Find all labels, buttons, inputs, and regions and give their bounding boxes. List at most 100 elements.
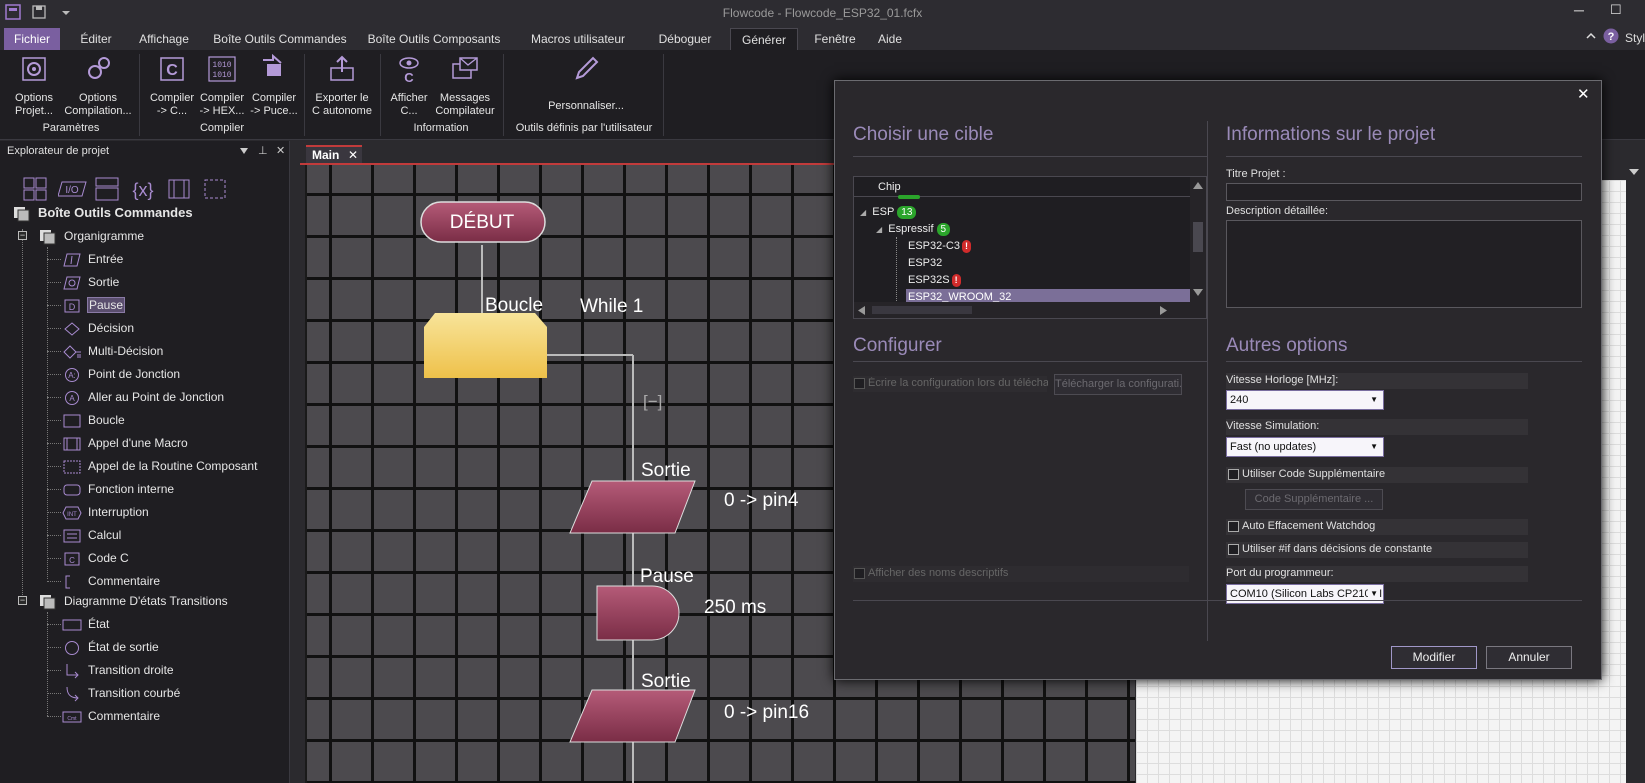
output-block-2[interactable]	[569, 689, 696, 743]
toolbox-item-etat-de-sortie[interactable]: État de sortie	[62, 637, 159, 657]
tree-node-esp[interactable]: ◢ ESP 13	[860, 204, 917, 220]
scroll-right-icon[interactable]	[1160, 306, 1167, 315]
toolbox-item-point-de-jonction[interactable]: A: Point de Jonction	[62, 364, 180, 384]
toolbox-item-transition-droite[interactable]: Transition droite	[62, 660, 174, 680]
tab-editer[interactable]: Éditer	[74, 28, 118, 50]
tab-fichier[interactable]: Fichier	[4, 28, 60, 50]
chip-esp32[interactable]: ESP32	[908, 255, 942, 271]
toolbox-item-sortie[interactable]: Sortie	[62, 272, 119, 292]
chip-tree-hscroll[interactable]	[854, 302, 1206, 318]
other-options-heading: Autres options	[1226, 335, 1348, 356]
chip-esp32s[interactable]: ESP32S!	[908, 272, 961, 288]
toolbox-item-interruption[interactable]: INT Interruption	[62, 502, 149, 522]
tab-macros-utilisateur[interactable]: Macros utilisateur	[518, 28, 638, 50]
toolbox-item-code-c[interactable]: C Code C	[62, 548, 129, 568]
write-config-checkbox[interactable]	[854, 378, 865, 389]
toolbox-item-aller-point-de-jonction[interactable]: A Aller au Point de Jonction	[62, 387, 224, 407]
tab-fenetre[interactable]: Fenêtre	[810, 28, 860, 50]
tab-deboguer[interactable]: Déboguer	[652, 28, 718, 50]
extra-code-button[interactable]: Code Supplémentaire ...	[1245, 489, 1383, 510]
tab-affichage[interactable]: Affichage	[132, 28, 196, 50]
loop-block[interactable]	[424, 313, 547, 378]
customize-button[interactable]: Personnaliser...	[536, 54, 636, 113]
extra-code-checkbox[interactable]	[1228, 469, 1239, 480]
project-title-input[interactable]	[1226, 183, 1582, 201]
compile-to-chip-button[interactable]: Compiler -> Puce...	[248, 53, 300, 118]
tree-node-espressif[interactable]: ◢ Espressif 5	[876, 221, 951, 237]
toolbox-item-commentaire-etat[interactable]: Cmt Commentaire	[62, 706, 160, 726]
collapse-diagramme[interactable]: −	[18, 596, 27, 605]
toolbox-item-appel-routine-composant[interactable]: Appel de la Routine Composant	[62, 456, 257, 476]
close-explorer-icon[interactable]: ✕	[276, 144, 285, 157]
toolbox-root[interactable]: Boîte Outils Commandes	[12, 203, 193, 223]
dropdown-icon[interactable]	[240, 148, 248, 154]
minimize-button[interactable]: ─	[1574, 2, 1588, 18]
tab-boite-outils-composants[interactable]: Boîte Outils Composants	[364, 28, 504, 50]
modify-button[interactable]: Modifier	[1391, 646, 1477, 669]
style-menu[interactable]: Styl	[1625, 31, 1645, 45]
group-diagramme-etats[interactable]: Diagramme D'états Transitions	[38, 591, 228, 611]
grid-tool-icon[interactable]	[22, 176, 48, 202]
ifdef-checkbox[interactable]	[1228, 544, 1239, 555]
variables-tool-icon[interactable]: {x}	[130, 176, 156, 202]
toolbox-item-decision[interactable]: Décision	[62, 318, 134, 338]
tab-main[interactable]: Main ✕	[306, 145, 362, 164]
help-icon[interactable]: ?	[1603, 28, 1619, 44]
io-tool-icon[interactable]: I/O	[58, 176, 88, 202]
watchdog-checkbox[interactable]	[1228, 521, 1239, 532]
comment-tool-icon[interactable]	[202, 176, 228, 202]
svg-text:?: ?	[1608, 31, 1615, 43]
scroll-left-icon[interactable]	[858, 306, 865, 315]
hscroll-thumb[interactable]	[872, 306, 972, 314]
toolbox-item-commentaire[interactable]: Commentaire	[62, 571, 160, 591]
ribbon-separator	[304, 54, 305, 136]
panel-dropdown-icon[interactable]	[1629, 169, 1639, 175]
toolbox-item-fonction-interne[interactable]: Fonction interne	[62, 479, 174, 499]
scroll-thumb[interactable]	[1193, 222, 1203, 252]
show-descriptive-names-checkbox[interactable]	[854, 568, 865, 579]
tab-generer[interactable]: Générer	[730, 28, 798, 50]
collapse-ribbon-icon[interactable]	[1585, 30, 1597, 42]
pin-icon[interactable]: ⊥	[258, 144, 268, 157]
options-projet-button[interactable]: Options Projet...	[6, 54, 62, 118]
maximize-button[interactable]: ☐	[1610, 2, 1624, 18]
chip-esp32-c3[interactable]: ESP32-C3!	[908, 238, 971, 254]
svg-text:I/O: I/O	[65, 185, 79, 196]
chip-tree-vscroll[interactable]	[1190, 177, 1206, 303]
compile-to-c-button[interactable]: C Compiler -> C...	[144, 54, 200, 118]
description-textarea[interactable]	[1226, 220, 1582, 308]
toolbox-item-boucle[interactable]: Boucle	[62, 410, 125, 430]
collapse-organigramme[interactable]: −	[18, 231, 27, 240]
cancel-button[interactable]: Annuler	[1486, 646, 1572, 669]
collapse-loop-button[interactable]: [−]	[643, 392, 662, 412]
tab-boite-outils-commandes[interactable]: Boîte Outils Commandes	[210, 28, 350, 50]
download-config-button[interactable]: Télécharger la configurati...	[1054, 374, 1182, 395]
output-block-1[interactable]	[569, 480, 696, 534]
toolbox-item-appel-macro[interactable]: Appel d'une Macro	[62, 433, 188, 453]
simulation-speed-select[interactable]: Fast (no updates) ▼	[1226, 437, 1384, 457]
close-dialog-button[interactable]: ✕	[1577, 85, 1590, 103]
options-compilation-button[interactable]: Options Compilation...	[60, 54, 136, 118]
toolbox-item-multi-decision[interactable]: Multi-Décision	[62, 341, 163, 361]
toolbox-item-calcul[interactable]: Calcul	[62, 525, 121, 545]
compile-to-hex-button[interactable]: 1010 1010 Compiler -> HEX...	[196, 54, 248, 118]
clock-speed-select[interactable]: 240 ▼	[1226, 390, 1384, 410]
chip-tree[interactable]: Chip ◢ ESP 13 ◢ Espressif 5 ESP32-C3! ESP3…	[853, 176, 1207, 319]
macro-tool-icon[interactable]	[94, 176, 120, 202]
toolbox-item-etat[interactable]: État	[62, 614, 109, 634]
group-organigramme[interactable]: Organigramme	[38, 226, 144, 246]
compiler-messages-button[interactable]: Messages Compilateur	[432, 54, 498, 118]
close-tab-icon[interactable]: ✕	[348, 147, 358, 164]
scroll-down-icon[interactable]	[1193, 289, 1203, 296]
scroll-up-icon[interactable]	[1193, 182, 1203, 189]
programmer-port-select[interactable]: COM10 (Silicon Labs CP210x I ▼	[1226, 584, 1384, 604]
toolbox-item-transition-courbe[interactable]: Transition courbé	[62, 683, 180, 703]
pause-block[interactable]	[596, 585, 680, 641]
component-tool-icon[interactable]	[166, 176, 192, 202]
toolbox-item-pause[interactable]: D Pause	[62, 295, 126, 315]
view-c-button[interactable]: C Afficher C...	[384, 54, 434, 118]
export-standalone-c-button[interactable]: Exporter le C autonome	[308, 54, 376, 118]
tab-aide[interactable]: Aide	[872, 28, 908, 50]
toolbox-item-entree[interactable]: Entrée	[62, 249, 123, 269]
compile-c-icon: C	[160, 57, 184, 81]
